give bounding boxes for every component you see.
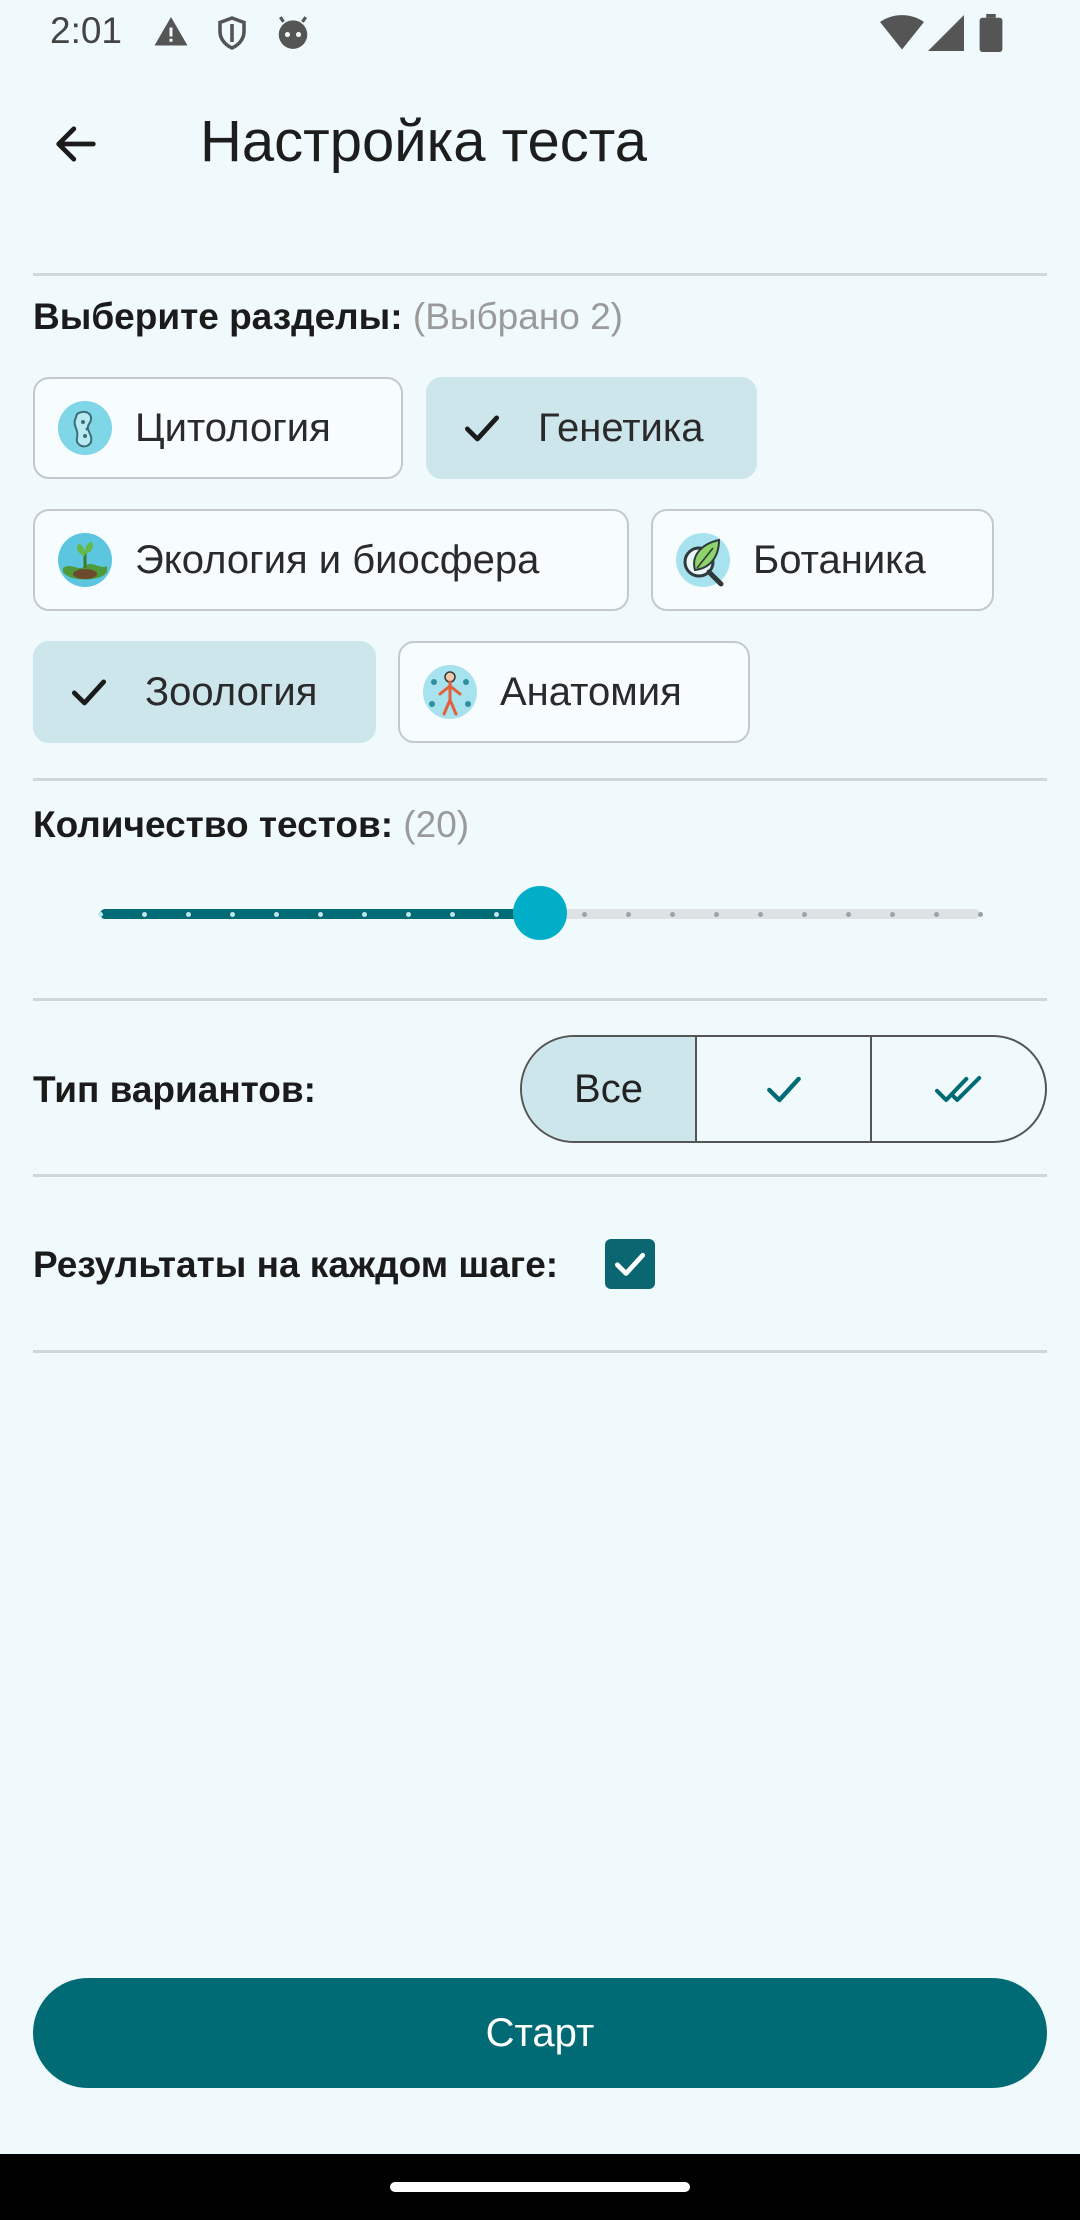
- check-icon: [71, 679, 107, 706]
- slider-step-dot: [933, 912, 939, 917]
- slider-step-dot: [361, 912, 367, 917]
- check-icon: [464, 415, 500, 442]
- divider: [33, 778, 1047, 781]
- variant-all-button[interactable]: Все: [522, 1037, 695, 1141]
- page-title: Настройка теста: [200, 109, 647, 174]
- navigation-bar: [0, 2154, 1080, 2220]
- slider-step-dot: [889, 912, 895, 917]
- chip-anatomy[interactable]: Анатомия: [398, 641, 750, 743]
- slider-step-dot: [141, 912, 147, 917]
- slider-step-dot: [801, 912, 807, 917]
- chip-label: Экология и биосфера: [135, 537, 540, 582]
- slider-step-dot: [845, 912, 851, 917]
- chip-label: Цитология: [135, 405, 331, 450]
- arrow-back-icon: [56, 126, 96, 162]
- variant-type-label: Тип вариантов:: [33, 1069, 316, 1110]
- slider-step-dot: [669, 912, 675, 917]
- slider-step-dot: [449, 912, 455, 917]
- battery-icon: [979, 14, 1003, 52]
- chip-cytology[interactable]: Цитология: [33, 377, 403, 479]
- wifi-icon: [880, 15, 924, 50]
- chip-zoology[interactable]: Зоология: [33, 641, 376, 743]
- slider-step-dot: [977, 912, 983, 917]
- human-body-icon: [423, 665, 477, 719]
- slider-step-dot: [581, 912, 587, 917]
- slider-step-dot: [185, 912, 191, 917]
- chip-botany[interactable]: Ботаника: [651, 509, 994, 611]
- app-bar: Настройка теста: [0, 90, 1080, 198]
- test-count-value: (20): [403, 804, 470, 845]
- divider: [33, 1350, 1047, 1353]
- slider-step-dot: [317, 912, 323, 917]
- check-icon: [614, 1252, 646, 1276]
- test-count-label-text: Количество тестов:: [33, 804, 394, 845]
- chip-label: Анатомия: [500, 669, 682, 714]
- variant-type-toggle: Все: [520, 1035, 1047, 1143]
- status-time: 2:01: [50, 10, 123, 51]
- sections-label: Выберите разделы: (Выбрано 2): [33, 296, 623, 338]
- step-results-checkbox[interactable]: [605, 1239, 655, 1289]
- chip-ecology[interactable]: Экология и биосфера: [33, 509, 629, 611]
- slider-step-dot: [757, 912, 763, 917]
- divider: [33, 998, 1047, 1001]
- plant-globe-icon: [58, 533, 112, 587]
- status-bar: 2:01: [0, 0, 1080, 66]
- test-count-label: Количество тестов: (20): [33, 804, 469, 846]
- divider: [33, 1174, 1047, 1177]
- cell-icon: [58, 401, 112, 455]
- home-indicator[interactable]: [390, 2182, 690, 2192]
- slider-step-dot: [493, 912, 499, 917]
- start-button[interactable]: Старт: [33, 1978, 1047, 2088]
- signal-icon: [928, 15, 964, 51]
- selected-count: (Выбрано 2): [412, 296, 624, 337]
- slider-step-dot: [405, 912, 411, 917]
- chip-label: Ботаника: [753, 537, 926, 582]
- variant-multiple-button[interactable]: [870, 1037, 1045, 1141]
- chip-label: Зоология: [145, 669, 318, 714]
- step-results-label: Результаты на каждом шаге:: [33, 1244, 559, 1285]
- shield-icon: [218, 16, 246, 50]
- slider-thumb[interactable]: [513, 886, 567, 940]
- chip-genetics[interactable]: Генетика: [426, 377, 757, 479]
- chip-label: Генетика: [538, 405, 704, 450]
- variant-single-button[interactable]: [695, 1037, 870, 1141]
- slider-step-dot: [713, 912, 719, 917]
- warning-icon: [154, 17, 188, 46]
- slider-step-dot: [273, 912, 279, 917]
- sections-label-text: Выберите разделы:: [33, 296, 403, 337]
- slider-step-dot: [97, 912, 103, 917]
- check-icon: [766, 1076, 801, 1103]
- leaf-magnifier-icon: [676, 533, 730, 587]
- back-button[interactable]: [40, 108, 112, 180]
- double-check-icon: [934, 1075, 981, 1103]
- variant-all-label: Все: [574, 1066, 643, 1111]
- divider: [33, 273, 1047, 276]
- android-face-icon: [278, 16, 308, 49]
- slider-step-dot: [229, 912, 235, 917]
- slider-step-dot: [625, 912, 631, 917]
- test-count-slider[interactable]: [97, 876, 983, 950]
